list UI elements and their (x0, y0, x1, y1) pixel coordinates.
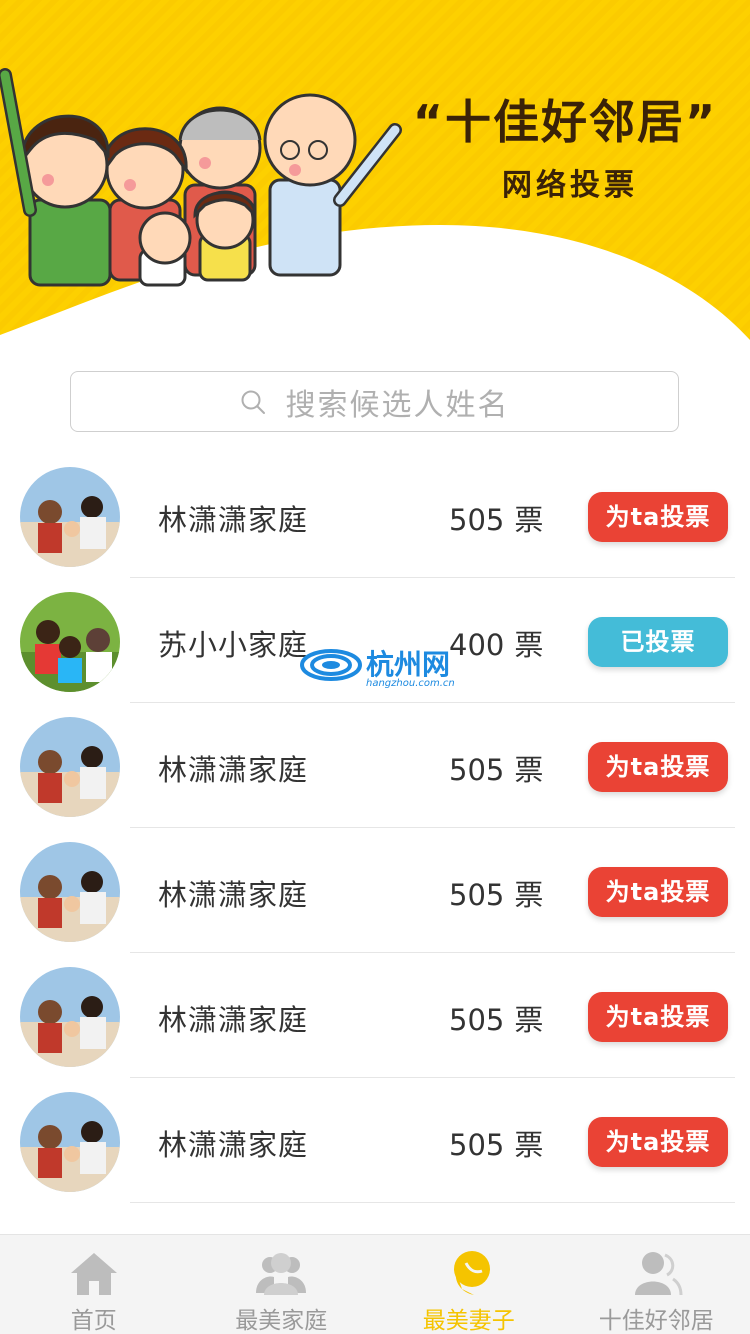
avatar (20, 1092, 120, 1192)
vote-button[interactable]: 为ta投票 (588, 1117, 728, 1167)
watermark-logo-icon (300, 649, 362, 681)
watermark: 杭州网 hangzhou.com.cn (300, 640, 460, 696)
avatar (20, 717, 120, 817)
tab-best-family[interactable]: 最美家庭 (188, 1235, 376, 1334)
woman-icon (453, 1251, 490, 1295)
vote-count: 505 票 (449, 878, 544, 912)
family-name: 林潇潇家庭 (158, 878, 309, 912)
avatar (20, 967, 120, 1067)
search-icon (241, 390, 265, 414)
list-item: 林潇潇家庭 505 票 为ta投票 (0, 953, 750, 1078)
list-item: 林潇潇家庭 505 票 为ta投票 (0, 703, 750, 828)
candidate-list: 林潇潇家庭 505 票 为ta投票 苏小小家庭 400 票 已投票 林潇潇家庭 50… (0, 453, 750, 1203)
family-name: 苏小小家庭 (158, 628, 309, 662)
banner: “十佳好邻居” 网络投票 (0, 0, 750, 345)
vote-count: 505 票 (449, 1128, 544, 1162)
list-item: 林潇潇家庭 505 票 为ta投票 (0, 1078, 750, 1203)
neighbors-icon (635, 1252, 683, 1296)
search-placeholder: 搜索候选人姓名 (285, 387, 510, 423)
tab-label: 十佳好邻居 (598, 1308, 714, 1334)
tab-label: 最美妻子 (422, 1308, 515, 1334)
vote-button[interactable]: 为ta投票 (588, 992, 728, 1042)
watermark-text: 杭州网 (366, 648, 451, 681)
vote-count: 505 票 (449, 1003, 544, 1037)
watermark-url: hangzhou.com.cn (366, 678, 455, 689)
tab-label: 首页 (70, 1308, 117, 1334)
group-icon (256, 1253, 307, 1295)
vote-count: 505 票 (449, 753, 544, 787)
family-illustration (0, 68, 402, 287)
list-item: 林潇潇家庭 505 票 为ta投票 (0, 453, 750, 578)
vote-button[interactable]: 为ta投票 (588, 867, 728, 917)
family-name: 林潇潇家庭 (158, 1003, 309, 1037)
search-input[interactable]: 搜索候选人姓名 (70, 371, 679, 432)
divider (130, 1202, 735, 1203)
banner-subtitle: 网络投票 (502, 168, 638, 203)
avatar (20, 592, 120, 692)
voted-button[interactable]: 已投票 (588, 617, 728, 667)
bottom-tab-bar: 首页 最美家庭 最美妻子 十佳好邻居 (0, 1234, 750, 1334)
tab-home[interactable]: 首页 (0, 1235, 188, 1334)
list-item: 林潇潇家庭 505 票 为ta投票 (0, 828, 750, 953)
vote-count: 400 票 (449, 628, 544, 662)
vote-button[interactable]: 为ta投票 (588, 492, 728, 542)
avatar (20, 467, 120, 567)
family-name: 林潇潇家庭 (158, 503, 309, 537)
family-name: 林潇潇家庭 (158, 753, 309, 787)
tab-label: 最美家庭 (235, 1308, 328, 1334)
avatar (20, 842, 120, 942)
vote-count: 505 票 (449, 503, 544, 537)
home-icon (70, 1253, 117, 1295)
tab-top-neighbors[interactable]: 十佳好邻居 (563, 1235, 750, 1334)
tab-best-wife[interactable]: 最美妻子 (375, 1235, 563, 1334)
banner-title: “十佳好邻居” (412, 95, 718, 149)
family-name: 林潇潇家庭 (158, 1128, 309, 1162)
vote-button[interactable]: 为ta投票 (588, 742, 728, 792)
